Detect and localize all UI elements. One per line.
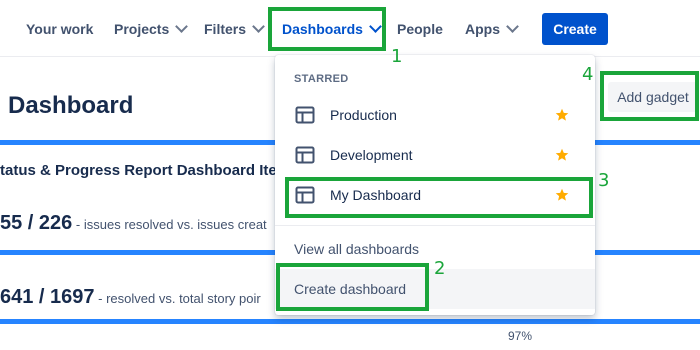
nav-people[interactable]: People — [397, 18, 443, 40]
dropdown-item-my-dashboard[interactable]: My Dashboard — [275, 175, 595, 215]
nav-people-label: People — [397, 21, 443, 37]
dropdown-item-label: Development — [330, 147, 413, 163]
gadget-title: tatus & Progress Report Dashboard Ite — [0, 162, 275, 179]
dashboard-icon — [295, 146, 315, 164]
create-button[interactable]: Create — [542, 13, 608, 45]
chevron-down-icon — [175, 20, 189, 33]
nav-apps[interactable]: Apps — [465, 18, 519, 40]
annotation-number: 2 — [434, 258, 446, 279]
star-icon[interactable] — [555, 108, 569, 122]
dropdown-item-label: Production — [330, 107, 397, 123]
nav-projects[interactable]: Projects — [114, 18, 189, 40]
dashboard-icon — [295, 106, 315, 124]
star-icon[interactable] — [555, 148, 569, 162]
stat-issues-text: - issues resolved vs. issues creat — [75, 217, 267, 232]
nav-projects-label: Projects — [114, 21, 170, 37]
nav-dashboards-label: Dashboards — [282, 21, 363, 37]
nav-your-work-label: Your work — [26, 21, 94, 37]
page-title: Dashboard — [8, 92, 134, 119]
gadget-stat-issues: 55 / 226 - issues resolved vs. issues cr… — [0, 212, 275, 235]
annotation-number: 1 — [391, 46, 403, 67]
dropdown-item-production[interactable]: Production — [275, 95, 595, 135]
nav-apps-label: Apps — [465, 21, 500, 37]
add-gadget-button[interactable]: Add gadget — [608, 82, 698, 112]
nav-filters[interactable]: Filters — [204, 18, 265, 40]
chevron-down-icon — [252, 20, 265, 33]
dropdown-item-label: My Dashboard — [330, 187, 422, 203]
annotation-number: 3 — [598, 170, 610, 191]
star-icon[interactable] — [555, 188, 569, 202]
stat-story-points-number: 641 / 1697 — [0, 286, 95, 308]
nav-filters-label: Filters — [204, 21, 247, 37]
stat-issues-number: 55 / 226 — [0, 212, 73, 234]
chevron-down-icon — [506, 20, 519, 33]
progress-percent: 97% — [508, 329, 533, 343]
dropdown-divider — [275, 225, 595, 226]
starred-heading: STARRED — [294, 73, 349, 85]
gadget-stat-story-points: 641 / 1697 - resolved vs. total story po… — [0, 286, 275, 309]
annotation-number: 4 — [582, 64, 594, 85]
progress-bar — [0, 319, 700, 324]
stat-story-points-text: - resolved vs. total story poir — [98, 291, 261, 306]
dashboard-icon — [295, 186, 315, 204]
top-navigation: Your work Projects Filters Dashboards Pe… — [0, 0, 700, 57]
nav-dashboards[interactable]: Dashboards — [282, 18, 382, 40]
dropdown-item-development[interactable]: Development — [275, 135, 595, 175]
nav-your-work[interactable]: Your work — [26, 18, 93, 40]
chevron-down-icon — [369, 20, 382, 33]
